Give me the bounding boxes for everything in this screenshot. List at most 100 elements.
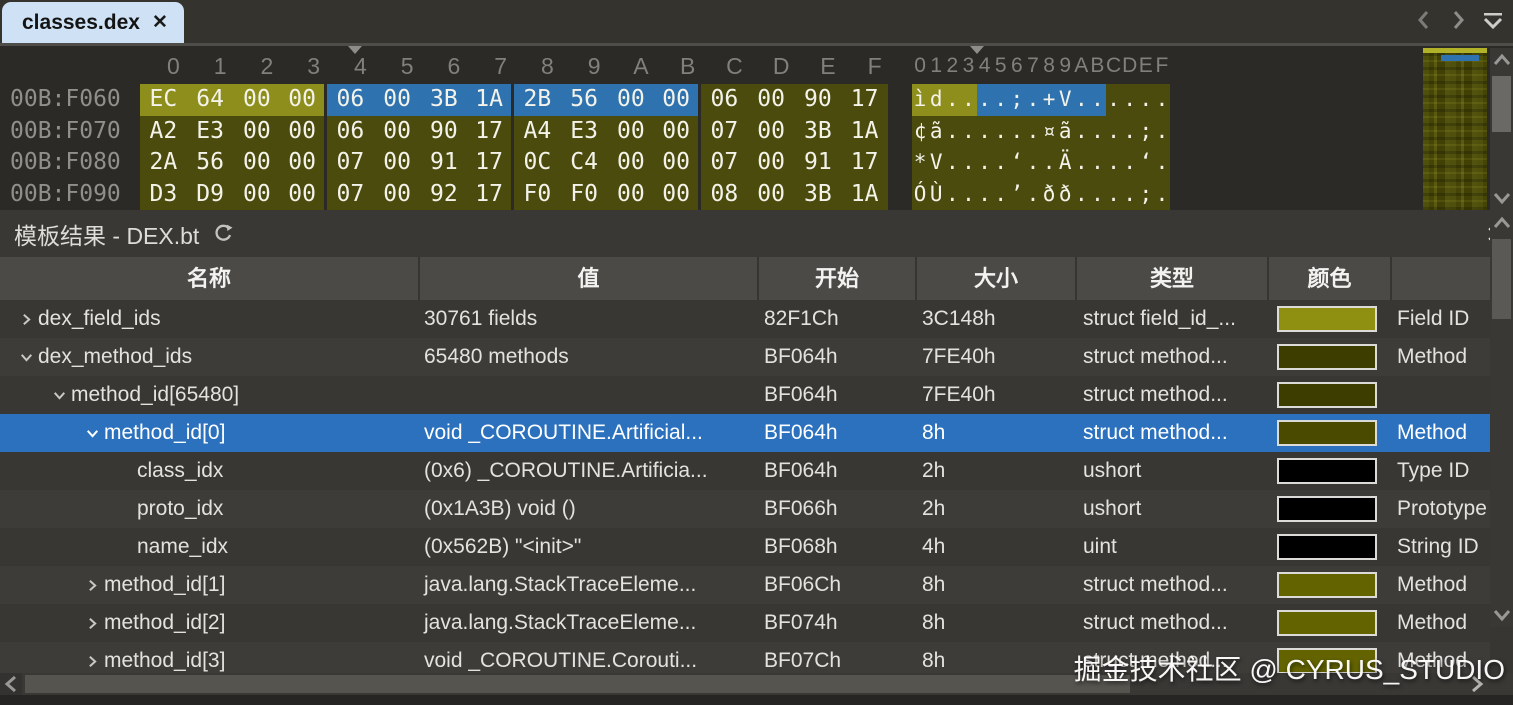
column-header-6[interactable]: 颜色 (1267, 257, 1390, 300)
ascii-char[interactable]: . (960, 147, 976, 179)
hex-byte[interactable]: 00 (280, 84, 324, 116)
table-vertical-scrollbar[interactable] (1490, 211, 1513, 627)
hex-byte[interactable]: 00 (654, 116, 698, 148)
hex-byte[interactable]: 17 (467, 116, 511, 148)
template-result-row[interactable]: dex_method_ids 65480 methods BF064h 7FE4… (0, 338, 1490, 376)
ascii-char[interactable]: . (1089, 84, 1105, 116)
ascii-char[interactable]: . (1154, 116, 1170, 148)
expander-icon[interactable] (14, 300, 38, 338)
ascii-char[interactable]: . (1122, 147, 1138, 179)
hex-byte[interactable]: 00 (234, 84, 281, 116)
template-result-row[interactable]: proto_idx (0x1A3B) void () BF066h 2h ush… (0, 490, 1490, 528)
hex-vertical-scrollbar[interactable] (1490, 48, 1513, 210)
expander-icon[interactable] (80, 414, 104, 452)
ascii-char[interactable]: . (944, 116, 960, 148)
hex-byte[interactable]: 17 (467, 179, 511, 211)
color-swatch[interactable] (1277, 534, 1377, 560)
color-swatch[interactable] (1277, 382, 1377, 408)
ascii-char[interactable]: ; (1138, 116, 1154, 148)
template-result-row[interactable]: method_id[65480] BF064h 7FE40h struct me… (0, 376, 1490, 414)
ascii-char[interactable]: . (1025, 147, 1041, 179)
ascii-char[interactable]: . (993, 147, 1009, 179)
color-swatch[interactable] (1277, 344, 1377, 370)
hex-byte[interactable]: 07 (701, 116, 748, 148)
hex-byte[interactable]: 07 (701, 147, 748, 179)
ascii-char[interactable]: ¢ (912, 116, 928, 148)
ascii-char[interactable]: ã (928, 116, 944, 148)
hex-byte[interactable]: 1A (841, 179, 888, 211)
ascii-char[interactable]: Ä (1057, 147, 1073, 179)
hex-byte[interactable]: 0C (514, 147, 561, 179)
ascii-char[interactable]: Ó (912, 179, 928, 211)
hex-byte[interactable]: E3 (561, 116, 608, 148)
hex-byte[interactable]: 00 (748, 84, 795, 116)
ascii-char[interactable]: . (1025, 116, 1041, 148)
hex-byte[interactable]: 00 (608, 147, 655, 179)
ascii-char[interactable]: . (1106, 179, 1122, 211)
hex-byte[interactable]: 00 (608, 84, 655, 116)
hex-byte[interactable]: 00 (374, 147, 421, 179)
hex-byte[interactable]: F0 (561, 179, 608, 211)
hex-byte[interactable]: A4 (514, 116, 561, 148)
expander-icon[interactable] (80, 642, 104, 673)
ascii-char[interactable]: . (1009, 116, 1025, 148)
ascii-char[interactable]: ‘ (1009, 147, 1025, 179)
expander-icon[interactable] (47, 376, 71, 414)
hex-byte[interactable]: 00 (748, 116, 795, 148)
scrollbar-thumb[interactable] (25, 675, 1130, 693)
column-header-2[interactable]: 值 (418, 257, 757, 300)
hex-byte[interactable]: 00 (748, 147, 795, 179)
ascii-char[interactable]: . (993, 179, 1009, 211)
ascii-char[interactable]: . (977, 147, 993, 179)
ascii-char[interactable]: . (1106, 116, 1122, 148)
hex-byte[interactable]: 17 (467, 147, 511, 179)
hex-byte[interactable]: 90 (795, 84, 842, 116)
ascii-char[interactable]: . (1154, 84, 1170, 116)
ascii-char[interactable]: . (1106, 147, 1122, 179)
hex-byte[interactable]: 00 (748, 179, 795, 211)
hex-byte[interactable]: 00 (654, 179, 698, 211)
hex-byte[interactable]: 00 (234, 179, 281, 211)
hex-byte[interactable]: 91 (795, 147, 842, 179)
ascii-char[interactable]: . (944, 84, 960, 116)
ascii-char[interactable]: . (977, 116, 993, 148)
hex-byte[interactable]: 1A (841, 116, 888, 148)
column-header-5[interactable]: 类型 (1075, 257, 1267, 300)
ascii-char[interactable]: + (1041, 84, 1057, 116)
color-swatch[interactable] (1277, 496, 1377, 522)
scroll-left-icon[interactable] (0, 673, 22, 695)
color-swatch[interactable] (1277, 420, 1377, 446)
ascii-char[interactable]: * (912, 147, 928, 179)
color-swatch[interactable] (1277, 610, 1377, 636)
file-minimap[interactable] (1423, 48, 1487, 210)
column-header-3[interactable]: 开始 (757, 257, 915, 300)
hex-byte[interactable]: 92 (421, 179, 468, 211)
scroll-down-icon[interactable] (1490, 186, 1513, 210)
color-swatch[interactable] (1277, 572, 1377, 598)
scrollbar-thumb[interactable] (1492, 76, 1511, 132)
hex-byte[interactable]: 1A (467, 84, 511, 116)
hex-byte[interactable]: 91 (421, 147, 468, 179)
hex-byte[interactable]: 06 (327, 116, 374, 148)
expander-icon[interactable] (113, 452, 137, 490)
ascii-char[interactable]: . (1154, 147, 1170, 179)
hex-byte[interactable]: 00 (654, 84, 698, 116)
template-result-row[interactable]: dex_field_ids 30761 fields 82F1Ch 3C148h… (0, 300, 1490, 338)
expander-icon[interactable] (113, 490, 137, 528)
hex-byte[interactable]: 00 (654, 147, 698, 179)
scroll-up-icon[interactable] (1490, 211, 1513, 235)
ascii-char[interactable]: V (928, 147, 944, 179)
ascii-char[interactable]: ¤ (1041, 116, 1057, 148)
ascii-char[interactable]: . (960, 116, 976, 148)
ascii-char[interactable]: d (928, 84, 944, 116)
ascii-char[interactable]: . (1138, 84, 1154, 116)
ascii-char[interactable]: . (1122, 84, 1138, 116)
ascii-char[interactable]: . (993, 84, 1009, 116)
hex-byte[interactable]: C4 (561, 147, 608, 179)
expander-icon[interactable] (80, 566, 104, 604)
hex-byte[interactable]: 90 (421, 116, 468, 148)
template-result-row[interactable]: name_idx (0x562B) "<init>" BF068h 4h uin… (0, 528, 1490, 566)
hex-byte[interactable]: 3B (421, 84, 468, 116)
ascii-char[interactable]: . (1106, 84, 1122, 116)
ascii-char[interactable]: . (944, 147, 960, 179)
